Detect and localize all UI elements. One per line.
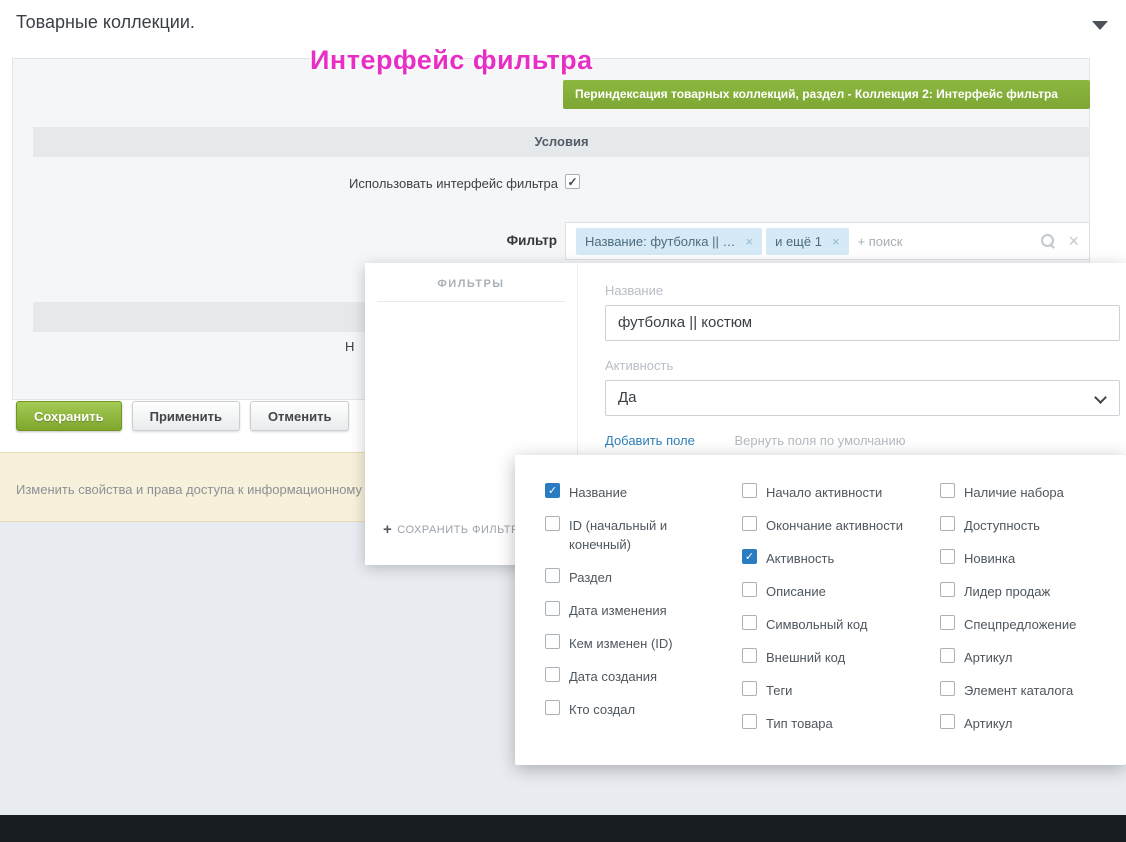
checkbox[interactable] (940, 648, 955, 663)
checkbox[interactable] (545, 516, 560, 531)
checkbox[interactable] (742, 681, 757, 696)
field-option[interactable]: Символьный код (742, 615, 932, 634)
field-option[interactable]: Лидер продаж (940, 582, 1115, 601)
checkbox[interactable] (940, 549, 955, 564)
field-column-2: Начало активности Окончание активности А… (742, 483, 932, 747)
restore-defaults-link[interactable]: Вернуть поля по умолчанию (735, 433, 906, 448)
field-option[interactable]: ID (начальный и конечный) (545, 516, 730, 554)
checkbox[interactable] (545, 483, 560, 498)
page-header: Товарные коллекции. (0, 0, 1126, 45)
collapse-chevron-icon[interactable] (1092, 21, 1108, 30)
divider (377, 301, 565, 302)
field-column-3: Наличие набора Доступность Новинка Лидер… (940, 483, 1115, 747)
chip-remove-icon[interactable]: × (745, 234, 753, 249)
filter-chip[interactable]: Название: футболка || … × (576, 228, 762, 255)
filter-name-value: футболка || костюм (618, 314, 752, 331)
field-option[interactable]: Доступность (940, 516, 1115, 535)
field-option[interactable]: Кто создал (545, 700, 730, 719)
field-option[interactable]: Дата изменения (545, 601, 730, 620)
field-option[interactable]: Дата создания (545, 667, 730, 686)
checkbox[interactable] (742, 582, 757, 597)
add-field-link[interactable]: Добавить поле (605, 433, 695, 448)
page: Товарные коллекции. Интерфейс фильтра Пе… (0, 0, 1126, 842)
form-buttons: Сохранить Применить Отменить (16, 401, 349, 431)
field-option[interactable]: Элемент каталога (940, 681, 1115, 700)
field-option[interactable]: Начало активности (742, 483, 932, 502)
field-column-1: Название ID (начальный и конечный) Разде… (545, 483, 730, 733)
checkbox[interactable] (742, 483, 757, 498)
checkbox[interactable] (940, 681, 955, 696)
overlay-title: Интерфейс фильтра (310, 45, 593, 76)
filter-chip-label: Название: футболка || … (585, 234, 735, 249)
field-option[interactable]: Артикул (940, 648, 1115, 667)
checkbox[interactable] (545, 700, 560, 715)
apply-button[interactable]: Применить (132, 401, 240, 431)
filter-label: Фильтр (507, 233, 557, 248)
filter-field-label: Активность (605, 358, 673, 373)
field-option[interactable]: Наличие набора (940, 483, 1115, 502)
field-option[interactable]: Тип товара (742, 714, 932, 733)
filter-search-field[interactable]: Название: футболка || … × и ещё 1 × + по… (565, 222, 1090, 260)
field-option[interactable]: Название (545, 483, 730, 502)
checkbox[interactable] (940, 483, 955, 498)
field-option[interactable]: Артикул (940, 714, 1115, 733)
checkbox[interactable] (742, 516, 757, 531)
checkbox[interactable] (545, 667, 560, 682)
checkbox[interactable] (742, 714, 757, 729)
checkbox[interactable] (742, 648, 757, 663)
footer-bar (0, 815, 1126, 842)
clear-filter-icon[interactable]: × (1068, 232, 1079, 250)
checkbox[interactable] (940, 714, 955, 729)
reindex-toast: Периндексация товарных коллекций, раздел… (563, 80, 1090, 109)
filter-links-row: Добавить поле Вернуть поля по умолчанию (605, 433, 905, 448)
filter-presets-title: ФИЛЬТРЫ (365, 263, 577, 290)
field-option[interactable]: Новинка (940, 549, 1115, 568)
filter-chip[interactable]: и ещё 1 × (766, 228, 848, 255)
chevron-down-icon (1094, 391, 1107, 404)
section-header-label: Условия (534, 134, 588, 149)
checkbox[interactable] (545, 634, 560, 649)
filter-name-input[interactable]: футболка || костюм (605, 305, 1120, 341)
field-option[interactable]: Раздел (545, 568, 730, 587)
page-title: Товарные коллекции. (16, 12, 195, 33)
section-header-conditions: Условия (33, 127, 1090, 157)
field-option[interactable]: Активность (742, 549, 932, 568)
filter-activity-value: Да (618, 389, 637, 406)
field-option[interactable]: Спецпредложение (940, 615, 1115, 634)
cancel-button[interactable]: Отменить (250, 401, 350, 431)
filter-activity-select[interactable]: Да (605, 380, 1120, 416)
plus-icon: + (383, 521, 392, 538)
checkbox[interactable] (742, 615, 757, 630)
checkbox[interactable] (940, 582, 955, 597)
filter-field-label: Название (605, 283, 663, 298)
chip-remove-icon[interactable]: × (832, 234, 840, 249)
search-icon[interactable] (1040, 233, 1056, 249)
save-button[interactable]: Сохранить (16, 401, 122, 431)
checkbox[interactable] (940, 516, 955, 531)
save-filter-label: СОХРАНИТЬ ФИЛЬТР (397, 524, 519, 536)
field-option[interactable]: Описание (742, 582, 932, 601)
field-chooser-popup: Название ID (начальный и конечный) Разде… (515, 455, 1126, 765)
checkbox[interactable] (545, 601, 560, 616)
checkbox[interactable] (545, 568, 560, 583)
checkbox[interactable] (742, 549, 757, 564)
use-filter-label: Использовать интерфейс фильтра (349, 176, 558, 191)
field-option[interactable]: Внешний код (742, 648, 932, 667)
search-placeholder[interactable]: + поиск (858, 234, 903, 249)
field-option[interactable]: Теги (742, 681, 932, 700)
field-option[interactable]: Кем изменен (ID) (545, 634, 730, 653)
field-option[interactable]: Окончание активности (742, 516, 932, 535)
partial-row-label: Н (345, 339, 354, 354)
checkbox[interactable] (940, 615, 955, 630)
filter-chip-label: и ещё 1 (775, 234, 822, 249)
use-filter-checkbox[interactable] (565, 174, 580, 189)
save-filter-button[interactable]: + СОХРАНИТЬ ФИЛЬТР (383, 521, 519, 538)
notice-text: Изменить свойства и права доступа к инфо… (16, 482, 362, 497)
